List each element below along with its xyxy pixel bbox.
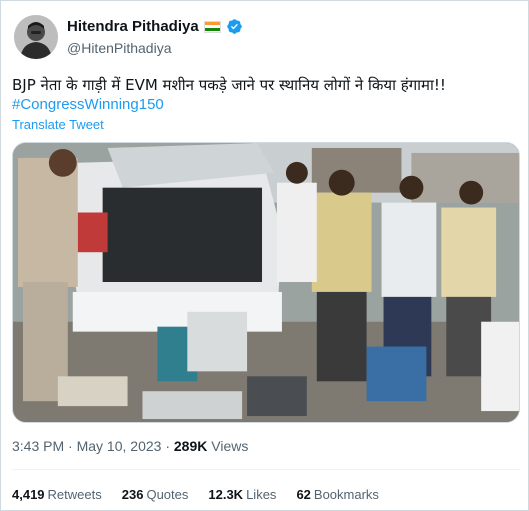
likes-label: Likes [246,487,277,502]
translate-tweet-link[interactable]: Translate Tweet [12,117,104,132]
media-photo [13,143,519,422]
retweets-stat[interactable]: 4,419 Retweets [12,487,102,502]
avatar-image [14,15,58,59]
tweet-card: Hitendra Pithadiya @HitenPithadiya BJP न… [0,0,529,511]
tweet-date[interactable]: May 10, 2023 [77,438,162,454]
quotes-stat[interactable]: 236 Quotes [122,487,189,502]
tweet-text: BJP नेता के गाड़ी में EVM मशीन पकड़े जान… [12,75,520,115]
quotes-label: Quotes [146,487,189,502]
author-name-row[interactable]: Hitendra Pithadiya [67,18,243,35]
likes-stat[interactable]: 12.3K Likes [208,487,276,502]
display-name[interactable]: Hitendra Pithadiya [67,18,199,35]
tweet-media-image[interactable] [12,142,520,423]
retweets-count: 4,419 [12,487,45,502]
engagement-stats: 4,419 Retweets 236 Quotes 12.3K Likes 62 Boo… [12,487,379,502]
meta-separator: · [165,438,170,454]
divider [12,469,520,470]
bookmarks-stat[interactable]: 62 Bookmarks [296,487,379,502]
meta-separator: · [68,438,73,454]
tweet-body: BJP नेता के गाड़ी में EVM मशीन पकड़े जान… [12,76,446,94]
bookmarks-count: 62 [296,487,311,502]
quotes-count: 236 [121,487,144,502]
views-label: Views [211,438,249,454]
likes-count: 12.3K [208,487,244,502]
views-count: 289K [173,438,208,454]
hashtag-link[interactable]: #CongressWinning150 [12,95,520,115]
author-handle[interactable]: @HitenPithadiya [67,40,172,56]
retweets-label: Retweets [47,487,102,502]
verified-badge-icon [226,19,242,34]
tweet-time[interactable]: 3:43 PM [12,438,64,454]
bookmarks-label: Bookmarks [313,487,379,502]
india-flag-icon [203,20,221,33]
tweet-meta: 3:43 PM · May 10, 2023 · 289K Views [12,438,248,454]
avatar[interactable] [14,15,58,59]
